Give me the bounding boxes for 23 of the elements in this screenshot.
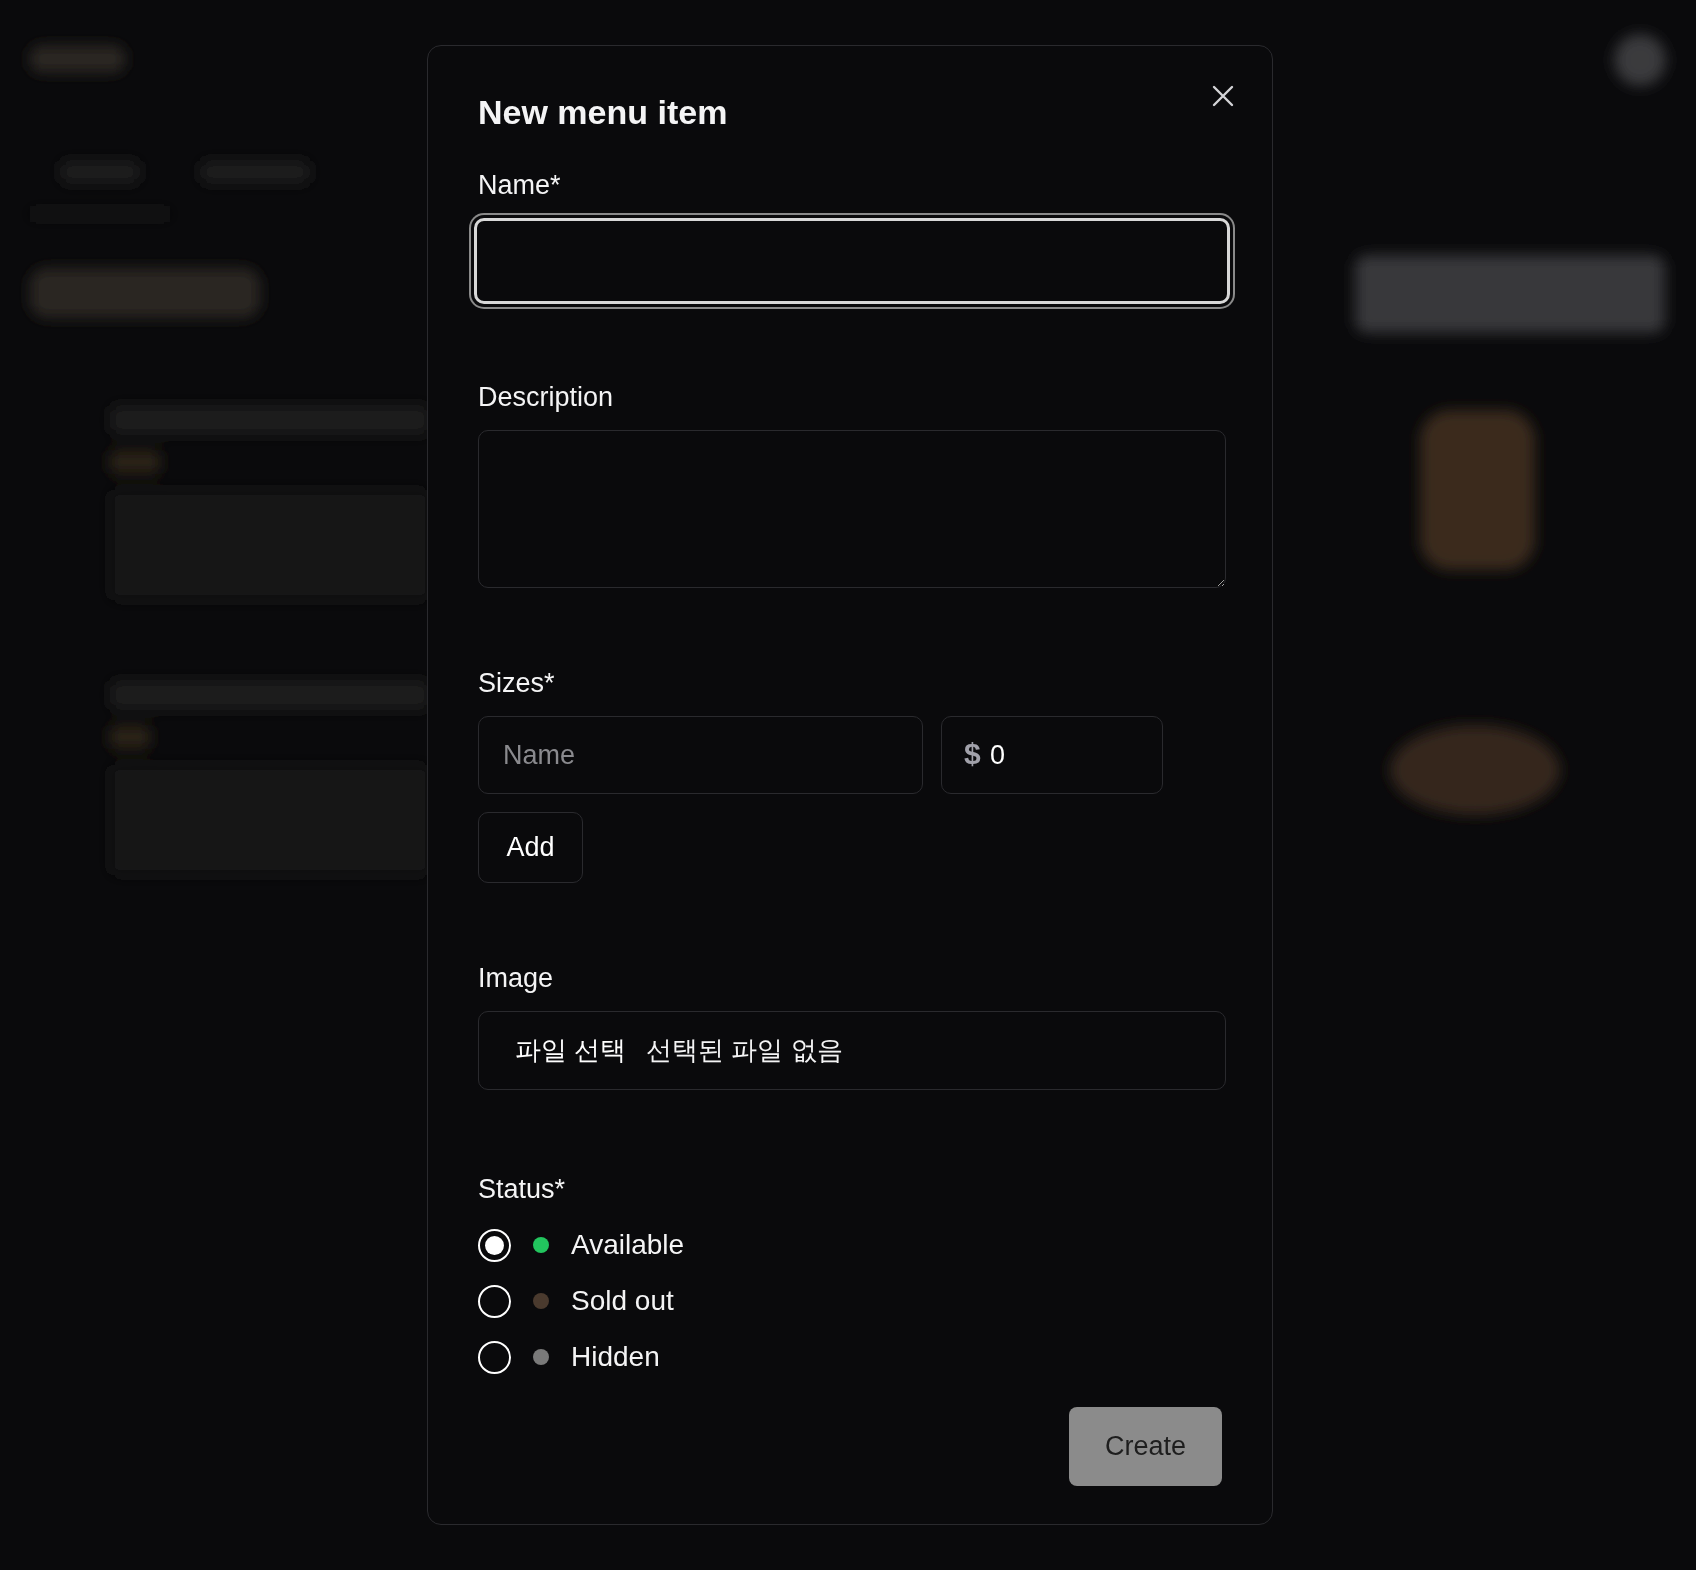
radio-button[interactable] [478, 1284, 511, 1318]
field-label: Name* [478, 169, 562, 202]
radio-button[interactable] [478, 1340, 511, 1374]
file-status: 선택된 파일 없음 [646, 1034, 843, 1067]
field-label: Status* [478, 1173, 567, 1206]
add-button[interactable]: Add [478, 812, 583, 883]
field-label: Description [478, 381, 615, 414]
field-label: Sizes* [478, 667, 556, 700]
status-option-label: Sold out [571, 1284, 674, 1318]
choose-file-button[interactable]: 파일 선택 [515, 1033, 627, 1068]
radio-button[interactable] [478, 1228, 511, 1262]
status-option-label: Hidden [571, 1340, 660, 1374]
name-field[interactable] [474, 218, 1230, 304]
currency-symbol: $ [964, 736, 981, 772]
dialog-title: New menu item [478, 92, 729, 133]
close-icon[interactable] [1211, 84, 1235, 108]
blurred-shape [110, 725, 150, 749]
size-name-field[interactable]: Name [478, 716, 923, 794]
field-label: Image [478, 962, 555, 995]
blurred-shape [110, 450, 160, 474]
description-field[interactable] [478, 430, 1226, 588]
status-option-label: Available [571, 1228, 685, 1262]
blurred-shape [1614, 34, 1666, 86]
